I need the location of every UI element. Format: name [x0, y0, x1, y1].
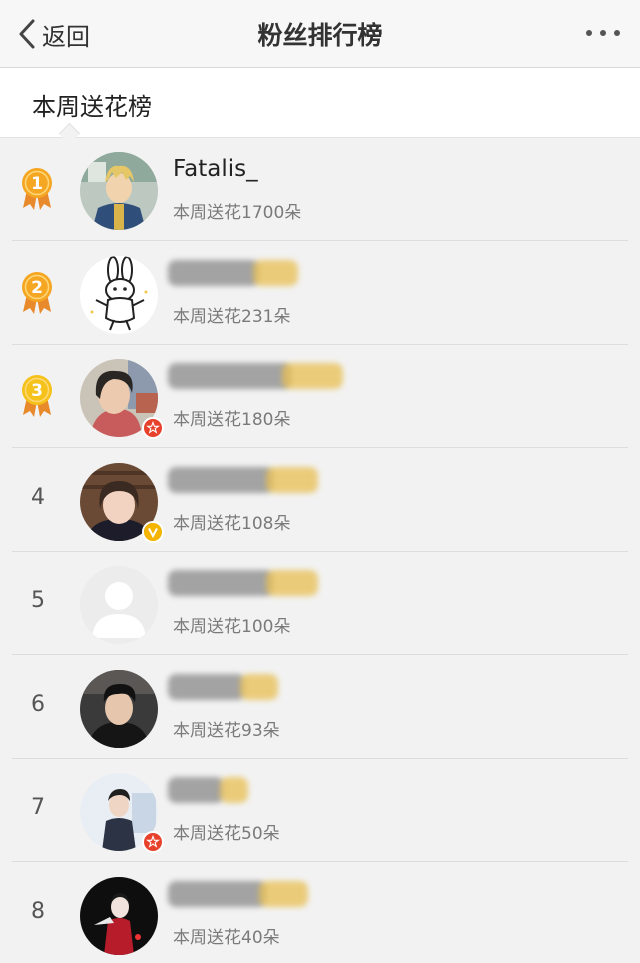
rank-number: 5 — [31, 588, 45, 613]
star-badge-icon — [142, 831, 164, 853]
row-divider — [12, 447, 628, 448]
flower-count: 本周送花93朵 — [173, 721, 280, 741]
flower-count: 本周送花1700朵 — [173, 203, 302, 223]
nav-bar: 返回 粉丝排行榜 — [0, 0, 640, 68]
avatar[interactable] — [80, 877, 158, 955]
ranking-row[interactable]: 4 本周送花108朵 — [0, 449, 640, 552]
ranking-row[interactable]: 2 本周送花231朵 — [0, 242, 640, 345]
more-dots-icon[interactable] — [586, 30, 620, 36]
rank-medal-icon: 3 — [20, 373, 54, 417]
ranking-row[interactable]: 7 本周送花50朵 — [0, 759, 640, 862]
row-divider — [12, 654, 628, 655]
flower-count: 本周送花108朵 — [173, 514, 291, 534]
svg-text:2: 2 — [31, 278, 43, 298]
page-title: 粉丝排行榜 — [257, 21, 383, 50]
rank-medal-icon: 1 — [20, 166, 54, 210]
flower-count: 本周送花180朵 — [173, 410, 291, 430]
flower-count: 本周送花231朵 — [173, 307, 291, 327]
app-root: 返回 粉丝排行榜 本周送花榜 1 Fatalis_ 本周送花1700朵 2 本周送花23… — [0, 0, 640, 963]
ranking-row[interactable]: 8 本周送花40朵 — [0, 863, 640, 963]
rank-number: 8 — [31, 899, 45, 924]
rank-number: 4 — [31, 485, 45, 510]
verified-v-icon — [142, 521, 164, 543]
ranking-row[interactable]: 1 Fatalis_ 本周送花1700朵 — [0, 138, 640, 241]
rank-number: 7 — [31, 795, 45, 820]
rank-number: 6 — [31, 692, 45, 717]
tab-strip: 本周送花榜 — [0, 68, 640, 138]
user-name[interactable]: Fatalis_ — [173, 156, 258, 182]
ranking-list: 1 Fatalis_ 本周送花1700朵 2 本周送花231朵 3 本周送花180朵 4 本周送… — [0, 138, 640, 963]
avatar[interactable] — [80, 152, 158, 230]
row-divider — [12, 240, 628, 241]
flower-count: 本周送花40朵 — [173, 928, 280, 948]
svg-text:3: 3 — [31, 381, 43, 401]
ranking-row[interactable]: 5 本周送花100朵 — [0, 552, 640, 655]
flower-count: 本周送花50朵 — [173, 824, 280, 844]
avatar[interactable] — [80, 670, 158, 748]
flower-count: 本周送花100朵 — [173, 617, 291, 637]
ranking-row[interactable]: 3 本周送花180朵 — [0, 345, 640, 448]
svg-text:1: 1 — [31, 174, 43, 194]
avatar[interactable] — [80, 566, 158, 644]
tab-weekly-flowers[interactable]: 本周送花榜 — [32, 87, 152, 122]
ranking-row[interactable]: 6 本周送花93朵 — [0, 656, 640, 759]
star-badge-icon — [142, 417, 164, 439]
rank-medal-icon: 2 — [20, 270, 54, 314]
row-divider — [12, 861, 628, 862]
avatar[interactable] — [80, 256, 158, 334]
